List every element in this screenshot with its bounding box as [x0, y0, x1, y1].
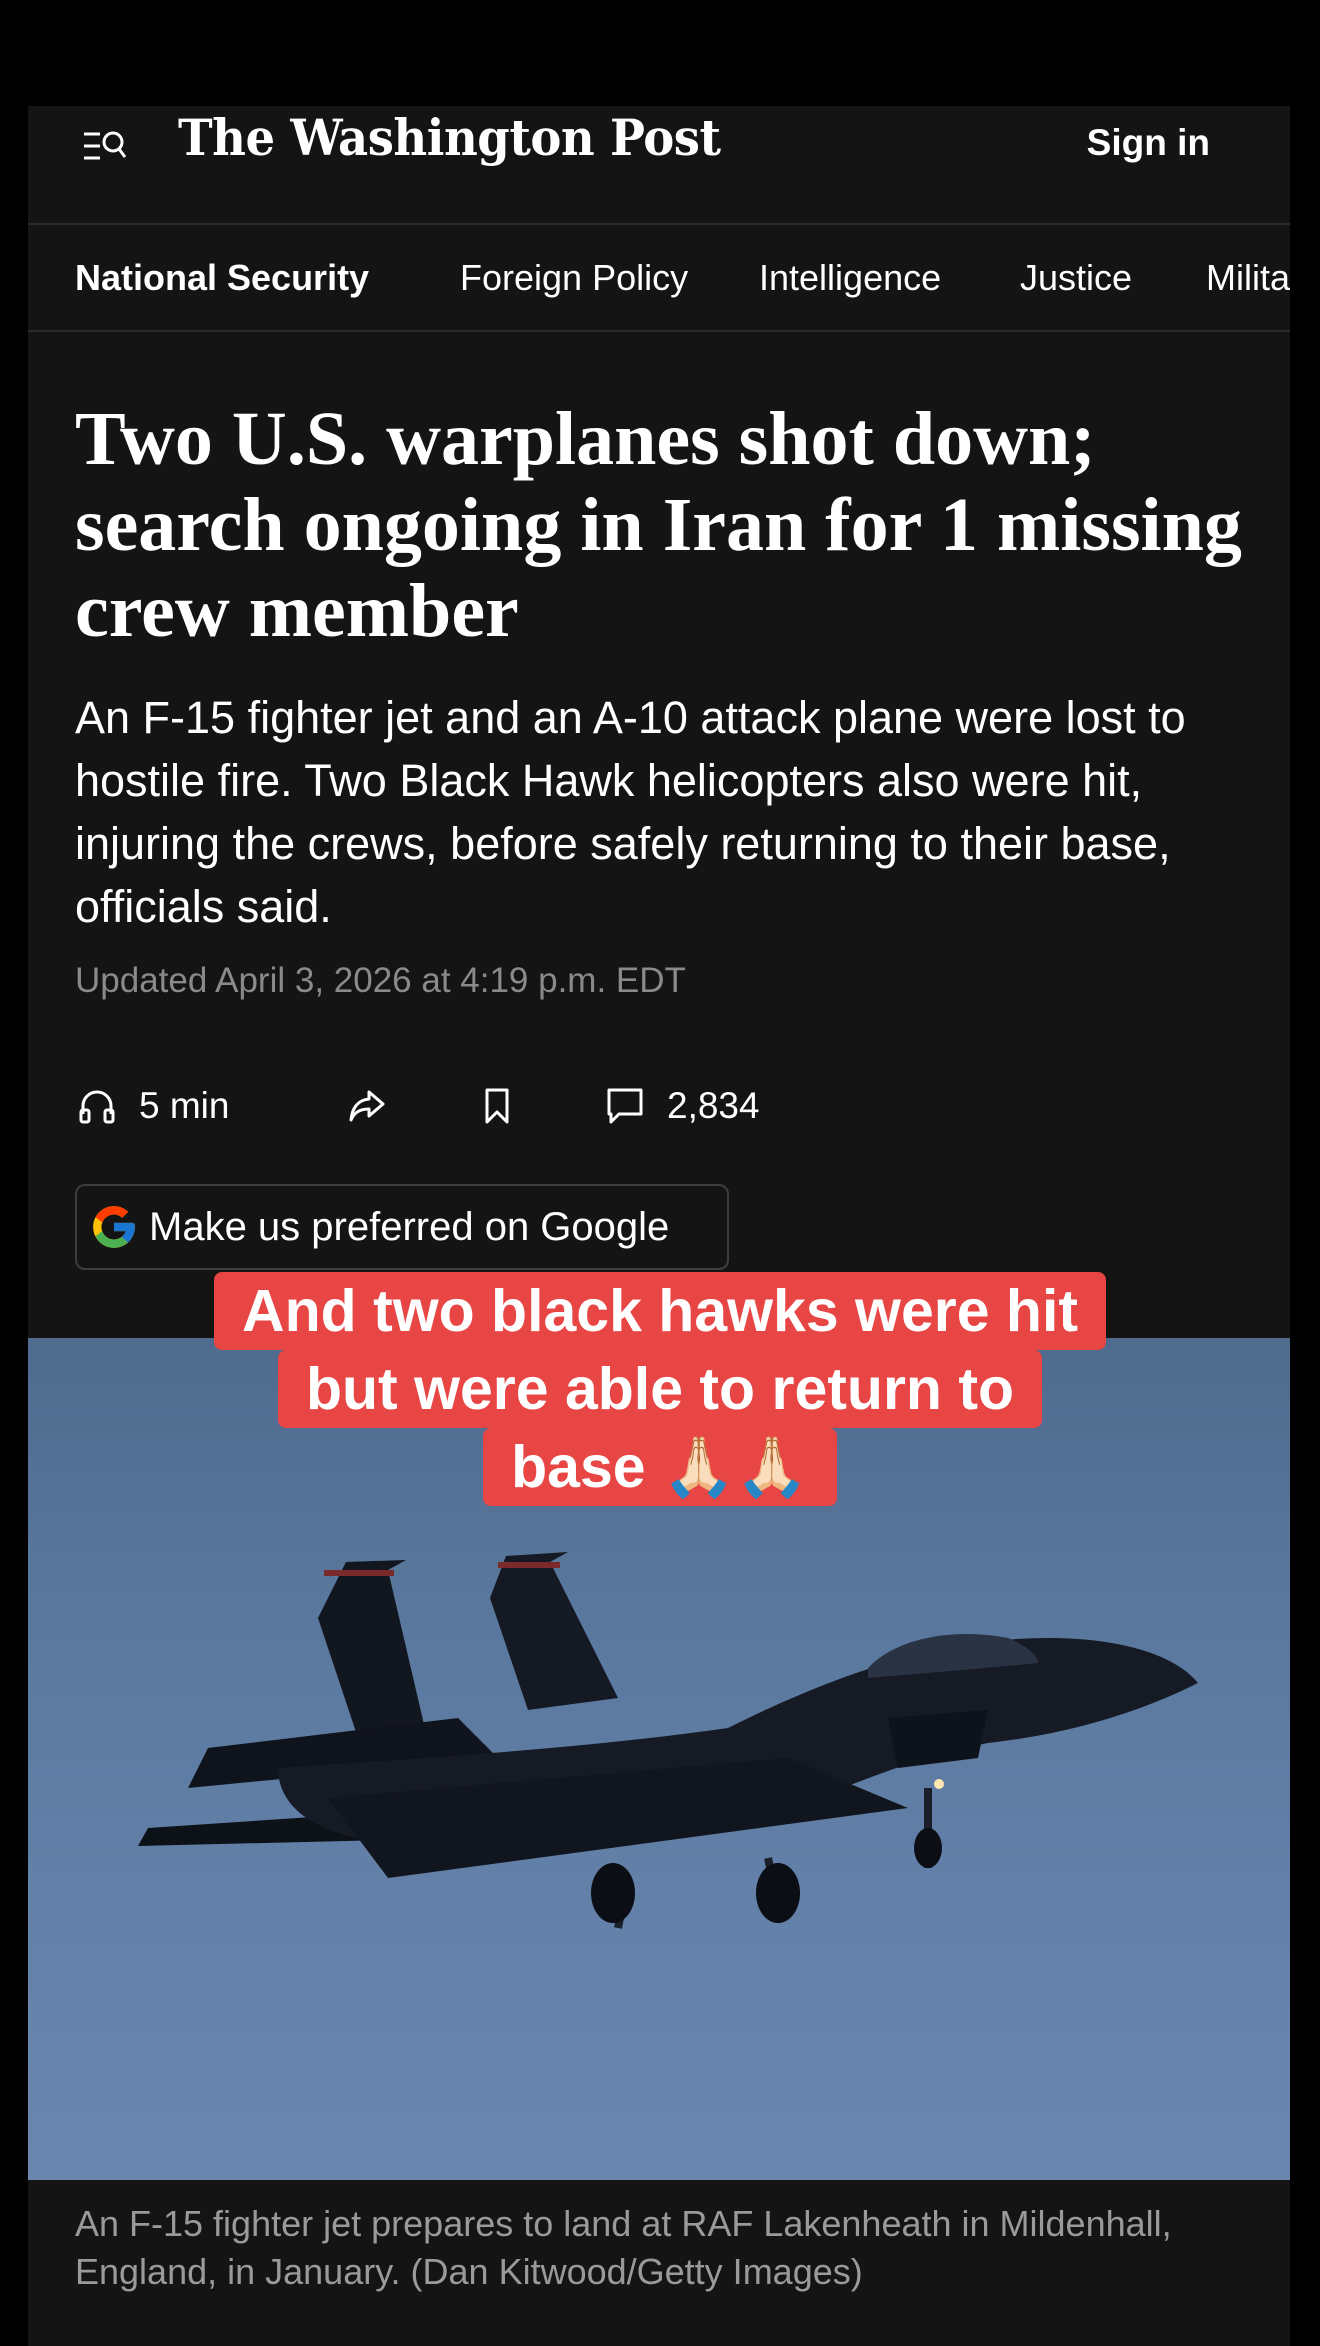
- tab-foreign-policy[interactable]: Foreign Policy: [460, 257, 688, 299]
- tab-military[interactable]: Military: [1206, 257, 1290, 299]
- comment-icon: [607, 1088, 643, 1124]
- tab-intelligence[interactable]: Intelligence: [759, 257, 941, 299]
- caption-overlay: And two black hawks were hit but were ab…: [0, 1272, 1320, 1506]
- bookmark-icon: [485, 1088, 509, 1124]
- article-dek: An F-15 fighter jet and an A-10 attack p…: [75, 692, 1186, 932]
- photo-caption: An F-15 fighter jet prepares to land at …: [75, 2203, 1172, 2292]
- listen-button[interactable]: 5 min: [75, 1076, 229, 1136]
- top-bar: The Washington Post Sign in: [28, 106, 1290, 225]
- site-logo[interactable]: The Washington Post: [178, 108, 721, 167]
- menu-search-icon[interactable]: [80, 122, 128, 170]
- article-headline: Two U.S. warplanes shot down; search ong…: [75, 397, 1242, 653]
- google-logo-icon: [93, 1206, 135, 1248]
- listen-time: 5 min: [139, 1085, 230, 1126]
- section-nav: National Security Foreign Policy Intelli…: [28, 225, 1290, 332]
- overlay-line-3: base 🙏🏻🙏🏻: [483, 1428, 837, 1506]
- updated-timestamp: Updated April 3, 2026 at 4:19 p.m. EDT: [75, 961, 686, 1000]
- app-frame: The Washington Post Sign in National Sec…: [28, 106, 1290, 2346]
- google-preferred-button[interactable]: Make us preferred on Google: [75, 1184, 729, 1270]
- overlay-line-1: And two black hawks were hit: [213, 1272, 1107, 1350]
- save-button[interactable]: [475, 1076, 519, 1136]
- share-icon: [349, 1090, 385, 1122]
- comments-button[interactable]: 2,834: [603, 1076, 760, 1136]
- headphones-icon: [79, 1090, 115, 1124]
- comment-count: 2,834: [667, 1085, 760, 1126]
- article-actions: 5 min 2,834: [75, 1076, 975, 1136]
- overlay-line-2: but were able to return to: [277, 1350, 1043, 1428]
- sign-in-link[interactable]: Sign in: [1087, 122, 1210, 164]
- tab-justice[interactable]: Justice: [1020, 257, 1132, 299]
- google-button-label: Make us preferred on Google: [149, 1204, 670, 1249]
- tab-national-security[interactable]: National Security: [75, 257, 369, 299]
- share-button[interactable]: [345, 1076, 389, 1136]
